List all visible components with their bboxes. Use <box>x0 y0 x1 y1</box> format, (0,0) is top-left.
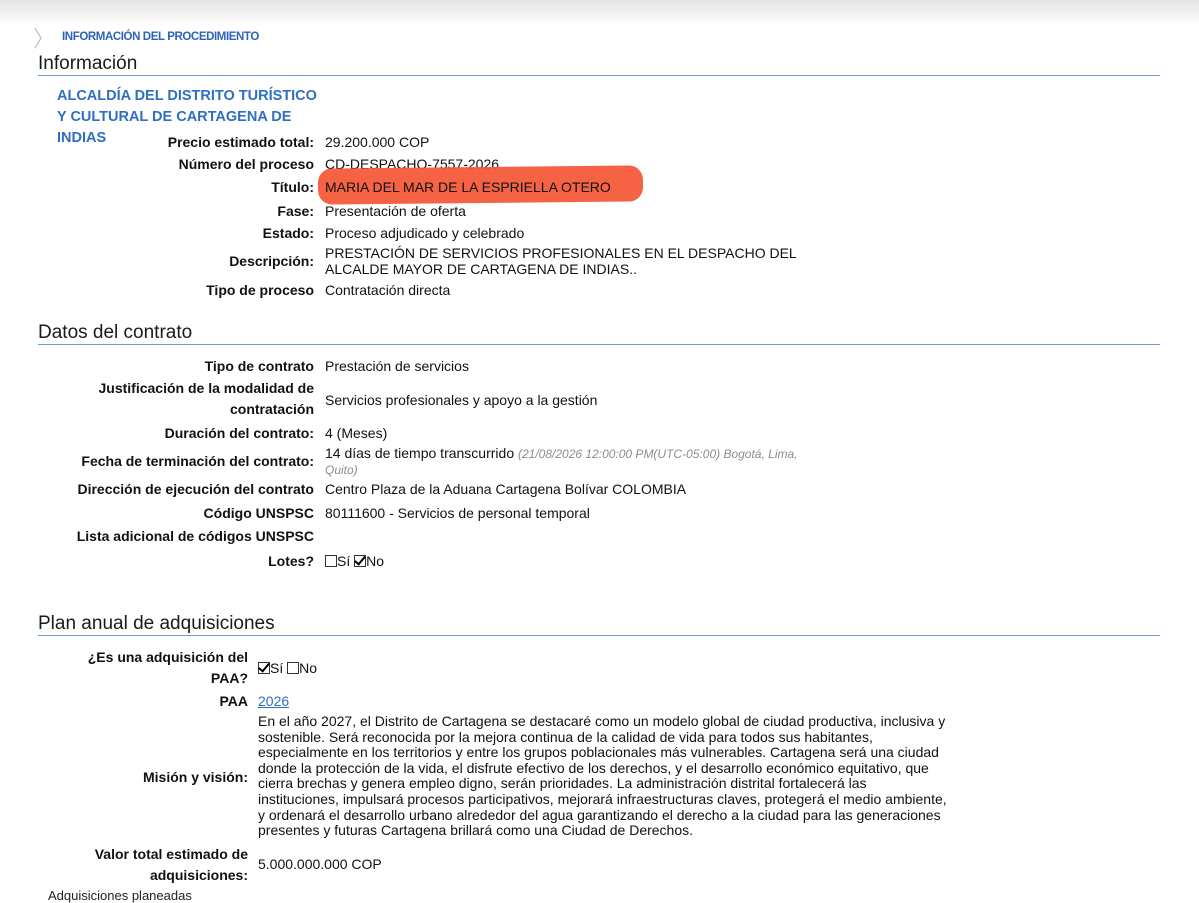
top-shade <box>0 0 1199 26</box>
tipo-proceso-value: Contratación directa <box>325 282 451 298</box>
tipo-contrato-value: Prestación de servicios <box>325 358 469 374</box>
paa-options: Sí No <box>258 660 317 676</box>
lotes-si-label: Sí <box>337 553 351 569</box>
unspsc-label: Código UNSPSC <box>203 505 314 521</box>
breadcrumb[interactable]: INFORMACIÓN DEL PROCEDIMIENTO <box>62 31 259 43</box>
direccion-value: Centro Plaza de la Aduana Cartagena Bolí… <box>325 481 687 497</box>
titulo-value: MARIA DEL MAR DE LA ESPRIELLA OTERO <box>325 179 611 195</box>
lotes-options: Sí No <box>325 553 384 569</box>
paa-si-checkbox[interactable] <box>258 662 270 674</box>
paa-si-label: Sí <box>270 660 284 676</box>
fase-label: Fase: <box>277 203 314 219</box>
tipo-contrato-label: Tipo de contrato <box>204 358 314 374</box>
justificacion-value: Servicios profesionales y apoyo a la ges… <box>325 392 598 408</box>
section-divider <box>38 635 1160 636</box>
unspsc-value: 80111600 - Servicios de personal tempora… <box>325 505 590 521</box>
valor-total-label-line-1: Valor total estimado de <box>94 846 248 862</box>
paa-question-label: ¿Es una adquisición del PAA? <box>88 647 248 689</box>
paa-question-line-1: ¿Es una adquisición del <box>87 649 248 665</box>
duracion-value: 4 (Meses) <box>325 425 388 441</box>
justificacion-label-line-2: contratación <box>229 401 314 417</box>
fecha-terminacion-label: Fecha de terminación del contrato: <box>81 453 314 469</box>
section-title-datos-contrato: Datos del contrato <box>38 322 193 343</box>
descripcion-label: Descripción: <box>229 253 314 269</box>
breadcrumb-chevron-icon <box>34 27 42 49</box>
precio-value: 29.200.000 COP <box>325 134 430 150</box>
paa-2026-link[interactable]: 2026 <box>258 693 289 709</box>
fecha-elapsed: 14 días de tiempo transcurrido <box>325 445 515 461</box>
adquisiciones-planeadas-label: Adquisiciones planeadas <box>48 888 192 903</box>
fase-value: Presentación de oferta <box>325 203 466 219</box>
lotes-no-checkbox[interactable] <box>354 555 367 567</box>
lotes-label: Lotes? <box>268 553 314 569</box>
tipo-proceso-label: Tipo de proceso <box>206 282 314 298</box>
estado-value: Proceso adjudicado y celebrado <box>325 225 525 241</box>
fecha-note-line-1: (21/08/2026 12:00:00 PM(UTC-05:00) Bogot… <box>518 447 798 461</box>
valor-total-label-line-2: adquisiciones: <box>149 867 248 883</box>
precio-label: Precio estimado total: <box>167 134 314 150</box>
fecha-note-line-2: Quito) <box>325 462 358 477</box>
fecha-terminacion-value: 14 días de tiempo transcurrido (21/08/20… <box>325 445 798 478</box>
section-title-informacion: Información <box>38 53 138 74</box>
section-divider <box>38 344 1160 345</box>
section-title-plan-anual: Plan anual de adquisiciones <box>38 613 275 634</box>
mision-label: Misión y visión: <box>142 769 248 785</box>
numero-proceso-label: Número del proceso <box>178 156 314 172</box>
titulo-label: Título: <box>271 179 314 195</box>
paa-no-label: No <box>299 660 318 676</box>
paa-value: 2026 <box>258 693 289 709</box>
descripcion-line-2: ALCALDE MAYOR DE CARTAGENA DE INDIAS.. <box>325 260 637 277</box>
paa-question-line-2: PAA? <box>210 670 248 686</box>
paa-no-checkbox[interactable] <box>287 662 300 674</box>
estado-label: Estado: <box>262 225 314 241</box>
duracion-label: Duración del contrato: <box>164 425 314 441</box>
justificacion-label-line-1: Justificación de la modalidad de <box>98 380 315 396</box>
direccion-label: Dirección de ejecución del contrato <box>77 481 314 497</box>
valor-total-value: 5.000.000.000 COP <box>258 856 382 872</box>
paa-label: PAA <box>219 693 248 709</box>
lotes-si-checkbox[interactable] <box>325 555 337 567</box>
valor-total-label: Valor total estimado de adquisiciones: <box>95 844 248 886</box>
lotes-no-label: No <box>366 553 385 569</box>
lista-unspsc-label: Lista adicional de códigos UNSPSC <box>76 528 314 544</box>
descripcion-line-1: PRESTACIÓN DE SERVICIOS PROFESIONALES EN… <box>325 245 797 261</box>
justificacion-label: Justificación de la modalidad de contrat… <box>99 378 315 420</box>
mision-text: En el año 2027, el Distrito de Cartagena… <box>258 713 947 839</box>
section-divider <box>38 75 1160 76</box>
descripcion-value: PRESTACIÓN DE SERVICIOS PROFESIONALES EN… <box>325 245 797 277</box>
